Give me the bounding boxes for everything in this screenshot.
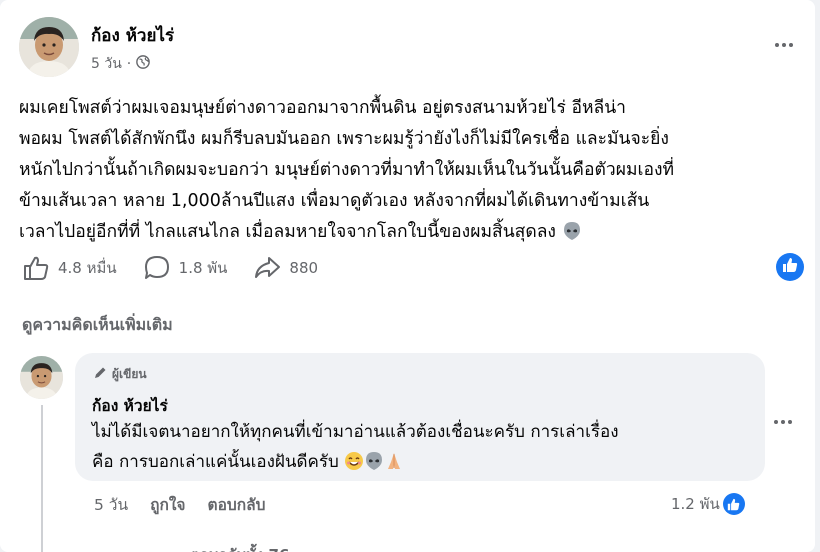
comment-body: ไม่ได้มีเจตนาอยากให้ทุกคนที่เข้ามาอ่านแล… (92, 417, 757, 481)
comment-bubble-icon (143, 254, 171, 282)
post-body: ผมเคยโพสต์ว่าผมเจอมนุษย์ต่างดาวออกมาจากพ… (19, 93, 809, 248)
thumbs-up-icon (782, 257, 798, 277)
share-arrow-icon (253, 254, 281, 282)
post-meta: 5 วัน · (91, 53, 151, 75)
like-button[interactable]: 4.8 หมื่น (22, 254, 117, 282)
comment-line-last: คือ การบอกเล่าแค่นั้นเองฝันดีครับ (92, 447, 757, 481)
comment-author-name[interactable]: ก้อง ห้วยไร่ (92, 393, 168, 418)
post-line: ข้ามเส้นเวลา หลาย 1,000ล้านปีแสง เพื่อมา… (19, 191, 650, 211)
post-line: ผมเคยโพสต์ว่าผมเจอมนุษย์ต่างดาวออกมาจากพ… (19, 98, 627, 118)
view-more-comments-link[interactable]: ดูความคิดเห็นเพิ่มเติม (22, 313, 173, 338)
post-actions: 4.8 หมื่น 1.8 พัน 880 (22, 250, 344, 286)
comment-button[interactable]: 1.8 พัน (143, 254, 228, 282)
post-line: หนักไปกว่านั้นถ้าเกิดผมจะบอกว่า มนุษย์ต่… (19, 160, 675, 180)
pray-emoji-icon (384, 451, 404, 481)
comment-count: 1.8 พัน (178, 259, 228, 277)
post-time[interactable]: 5 วัน (91, 53, 122, 75)
smile-emoji-icon (344, 451, 364, 481)
post-line: พอผม โพสต์ได้สักพักนึง ผมก็รีบลบมันออก เ… (19, 129, 669, 149)
commenter-avatar[interactable] (20, 356, 63, 399)
comment-time[interactable]: 5 วัน (94, 492, 128, 517)
comment-line: ไม่ได้มีเจตนาอยากให้ทุกคนที่เข้ามาอ่านแล… (92, 422, 619, 442)
thumbs-up-icon (722, 493, 745, 515)
comment-reaction-count: 1.2 พัน (671, 495, 720, 513)
globe-icon (136, 55, 151, 73)
share-count: 880 (289, 259, 319, 277)
post-options-button[interactable] (769, 35, 799, 55)
more-dots-icon (774, 420, 778, 424)
alien-emoji-icon (364, 451, 384, 481)
author-avatar[interactable] (19, 17, 79, 77)
comment-options-button[interactable] (771, 412, 795, 432)
comment-bubble: ผู้เขียน ก้อง ห้วยไร่ ไม่ได้มีเจตนาอยากใ… (75, 353, 765, 481)
comment-reply-button[interactable]: ตอบกลับ (208, 492, 266, 517)
post-line: เวลาไปอยู่อีกที่ที่ ไกลแสนไกล เมื่อลมหาย… (19, 222, 556, 242)
author-badge-label: ผู้เขียน (112, 367, 147, 381)
view-replies-link[interactable]: ตอบกลับทั้ง 76 (190, 543, 289, 552)
thread-line (41, 405, 43, 552)
comment-actions: 5 วัน ถูกใจ ตอบกลับ (94, 492, 265, 517)
post-author-name[interactable]: ก้อง ห้วยไร่ (91, 22, 174, 49)
comment-like-button[interactable]: ถูกใจ (150, 492, 185, 517)
thumbs-up-icon (22, 254, 50, 282)
comment-reactions[interactable]: 1.2 พัน (671, 492, 745, 516)
alien-emoji-icon (562, 221, 582, 241)
post-line-last: เวลาไปอยู่อีกที่ที่ ไกลแสนไกล เมื่อลมหาย… (19, 217, 809, 248)
post-card: ก้อง ห้วยไร่ 5 วัน · ผมเคยโพสต์ว่าผมเจอม… (0, 0, 815, 552)
reaction-like-badge[interactable] (776, 253, 804, 281)
pencil-icon (93, 366, 107, 383)
more-dots-icon (775, 43, 779, 47)
author-badge: ผู้เขียน (93, 365, 147, 384)
meta-separator: · (126, 56, 132, 72)
like-count: 4.8 หมื่น (58, 259, 117, 277)
comment-line: คือ การบอกเล่าแค่นั้นเองฝันดีครับ (92, 452, 339, 472)
share-button[interactable]: 880 (253, 254, 318, 282)
